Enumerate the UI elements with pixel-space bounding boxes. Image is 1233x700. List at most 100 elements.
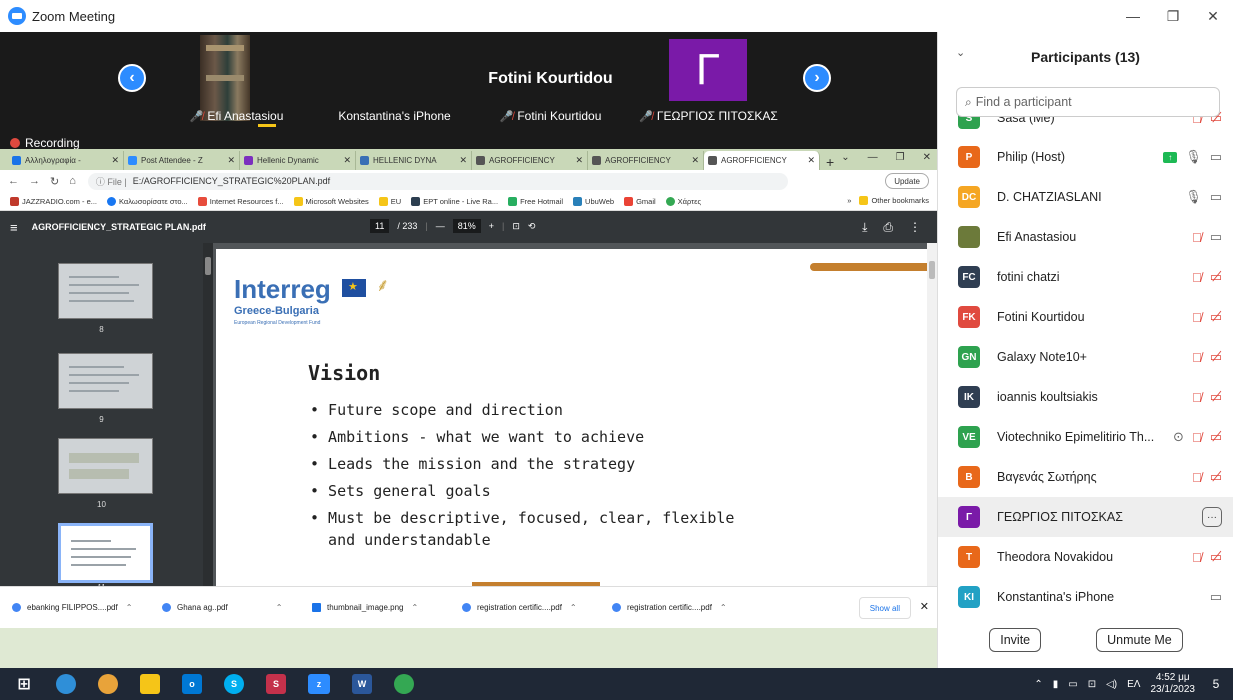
participant-row[interactable]: FK Fotini Kourtidou 🎙̸ ▭̸ xyxy=(938,297,1233,337)
video-tile-konstantina[interactable]: Konstantina's iPhone xyxy=(316,32,473,127)
close-icon[interactable]: ✕ xyxy=(691,155,699,166)
mic-muted-icon[interactable]: 🎙̸ xyxy=(1192,430,1202,445)
close-icon[interactable]: ✕ xyxy=(807,155,815,166)
video-off-icon[interactable]: ▭̸ xyxy=(1210,269,1222,285)
video-icon[interactable]: ▭ xyxy=(1210,589,1222,605)
close-icon[interactable]: ✕ xyxy=(920,600,929,613)
mic-muted-icon[interactable]: 🎙̸ xyxy=(1192,350,1202,365)
mic-muted-icon[interactable]: 🎙̸ xyxy=(1192,390,1202,405)
windows-start-icon[interactable]: ⊞ xyxy=(14,674,34,694)
video-off-icon[interactable]: ▭̸ xyxy=(1210,309,1222,325)
outlook-icon[interactable]: o xyxy=(182,674,202,694)
mic-muted-icon[interactable]: 🎙̸ xyxy=(1192,470,1202,485)
browser-tab[interactable]: AGROFFICIENCY ✕ xyxy=(588,151,704,170)
recording-indicator[interactable]: Recording xyxy=(10,136,80,150)
mic-muted-icon[interactable]: 🎙̸ xyxy=(1192,230,1202,245)
chevron-up-icon[interactable]: ⌃ xyxy=(276,603,283,612)
chevron-up-icon[interactable]: ⌃ xyxy=(570,603,577,612)
app-icon[interactable]: S xyxy=(266,674,286,694)
page-thumbnail[interactable] xyxy=(58,438,153,494)
page-thumbnail[interactable] xyxy=(58,353,153,409)
forward-icon[interactable]: → xyxy=(29,175,40,188)
video-icon[interactable]: ▭ xyxy=(1210,229,1222,245)
page-thumbnail-selected[interactable] xyxy=(58,523,153,583)
browser-tab[interactable]: Hellenic Dynamic ✕ xyxy=(240,151,356,170)
close-icon[interactable]: ✕ xyxy=(227,155,235,166)
zoom-taskbar-icon[interactable]: z xyxy=(308,674,330,694)
participant-row[interactable]: FC fotini chatzi 🎙̸ ▭̸ xyxy=(938,257,1233,297)
download-item[interactable]: registration certific....pdf ⌃ xyxy=(450,603,600,612)
close-icon[interactable]: ✕ xyxy=(459,155,467,166)
volume-icon[interactable]: ◁) xyxy=(1106,679,1117,690)
close-icon[interactable]: ✕ xyxy=(575,155,583,166)
participant-row-hovered[interactable]: Γ ΓΕΩΡΓΙΟΣ ΠΙΤΟΣΚΑΣ ··· xyxy=(938,497,1233,537)
close-button[interactable]: ✕ xyxy=(1193,0,1233,32)
rotate-icon[interactable]: ⟲ xyxy=(528,221,536,232)
more-options-button[interactable]: ··· xyxy=(1202,507,1222,527)
chevron-down-icon[interactable]: ⌄ xyxy=(841,152,849,163)
chevron-up-icon[interactable]: ⌃ xyxy=(126,603,133,612)
word-icon[interactable]: W xyxy=(352,674,372,694)
mic-muted-icon[interactable]: 🎙̸ xyxy=(1192,550,1202,565)
participant-row[interactable]: Efi Anastasiou 🎙̸ ▭ xyxy=(938,217,1233,257)
page-thumbnail[interactable] xyxy=(58,263,153,319)
mic-muted-icon[interactable]: 🎙̸ xyxy=(1192,270,1202,285)
participant-row[interactable]: B Βαγενάς Σωτήρης 🎙̸ ▭̸ xyxy=(938,457,1233,497)
unmute-me-button[interactable]: Unmute Me xyxy=(1096,628,1183,652)
bookmark-item[interactable]: Χάρτες xyxy=(665,196,701,206)
usb-icon[interactable]: ▮ xyxy=(1053,679,1059,690)
restore-icon[interactable]: ❐ xyxy=(896,152,905,163)
invite-button[interactable]: Invite xyxy=(989,628,1042,652)
bookmark-item[interactable]: Free Hotmail xyxy=(508,196,563,206)
video-tile-georgios[interactable]: Γ 🎤̸ ΓΕΩΡΓΙΟΣ ΠΙΤΟΣΚΑΣ xyxy=(630,32,787,127)
home-icon[interactable]: ⌂ xyxy=(69,175,76,188)
participant-row[interactable]: DC D. CHATZIASLANI 🎙 ▭ xyxy=(938,177,1233,217)
download-item[interactable]: ebanking FILIPPOS....pdf ⌃ xyxy=(0,603,150,612)
browser-tab[interactable]: HELLENIC DYNA ✕ xyxy=(356,151,472,170)
browser-tab-active[interactable]: AGROFFICIENCY ✕ xyxy=(704,151,820,170)
bookmark-item[interactable]: Internet Resources f... xyxy=(197,196,284,206)
zoom-in-button[interactable]: + xyxy=(489,221,494,231)
page-scrollbar[interactable] xyxy=(927,243,937,586)
new-tab-button[interactable]: + xyxy=(826,154,834,170)
download-item[interactable]: thumbnail_image.png ⌃ xyxy=(300,603,450,612)
browser-tab[interactable]: Αλληλογραφία - ✕ xyxy=(8,151,124,170)
minimize-button[interactable]: — xyxy=(1113,0,1153,32)
participant-row[interactable]: P Philip (Host) ↑ 🎙 ▭ xyxy=(938,137,1233,177)
download-icon[interactable]: ⤓ xyxy=(862,220,867,235)
bookmark-folder[interactable]: EU xyxy=(378,196,401,206)
participant-row[interactable]: IK ioannis koultsiakis 🎙̸ ▭̸ xyxy=(938,377,1233,417)
close-icon[interactable]: ✕ xyxy=(111,155,119,166)
chevron-up-icon[interactable]: ⌃ xyxy=(720,603,727,612)
restore-button[interactable]: ❐ xyxy=(1153,0,1193,32)
chevron-up-icon[interactable]: ⌃ xyxy=(1034,679,1042,690)
participant-row[interactable]: VE Viotechniko Epimelitirio Th... ⊙ 🎙̸ ▭̸ xyxy=(938,417,1233,457)
chrome-taskbar-icon[interactable] xyxy=(394,674,414,694)
bookmark-folder[interactable]: Microsoft Websites xyxy=(293,196,369,206)
video-icon[interactable]: ▭ xyxy=(1210,149,1222,165)
close-icon[interactable]: ✕ xyxy=(343,155,351,166)
mic-icon[interactable]: 🎙 xyxy=(1185,189,1202,205)
bookmark-item[interactable]: JAZZRADIO.com - e... xyxy=(10,196,97,206)
url-input[interactable]: ⓘ File | E:/AGROFFICIENCY_STRATEGIC%20PL… xyxy=(87,172,788,190)
menu-icon[interactable]: ≡ xyxy=(10,220,18,235)
video-off-icon[interactable]: ▭̸ xyxy=(1210,469,1222,485)
video-off-icon[interactable]: ▭̸ xyxy=(1210,349,1222,365)
zoom-input[interactable]: 81% xyxy=(452,219,481,233)
video-off-icon[interactable]: ▭̸ xyxy=(1210,389,1222,405)
mic-icon[interactable]: 🎙 xyxy=(1185,149,1202,165)
video-icon[interactable]: ▭ xyxy=(1210,189,1222,205)
bookmark-item[interactable]: Gmail xyxy=(624,196,656,206)
download-item[interactable]: Ghana ag..pdf ⌃ xyxy=(150,603,300,612)
page-input[interactable]: 11 xyxy=(370,219,390,233)
file-explorer-icon[interactable] xyxy=(140,674,160,694)
bookmark-item[interactable]: Καλωσορίσατε στο... xyxy=(107,196,188,206)
video-off-icon[interactable]: ▭̸ xyxy=(1210,549,1222,565)
display-icon[interactable]: ⊡ xyxy=(1088,679,1096,690)
participant-search-input[interactable]: ⌕ Find a participant xyxy=(956,87,1220,117)
video-tile-efi[interactable]: 🎤̸ Efi Anastasiou xyxy=(158,32,315,127)
slack-icon[interactable] xyxy=(98,674,118,694)
shared-screen[interactable]: Αλληλογραφία - ✕ Post Attendee - Z ✕ Helle… xyxy=(0,149,940,680)
chevron-down-icon[interactable]: ⌄ xyxy=(956,46,965,59)
network-icon[interactable]: ▭ xyxy=(1068,679,1077,690)
